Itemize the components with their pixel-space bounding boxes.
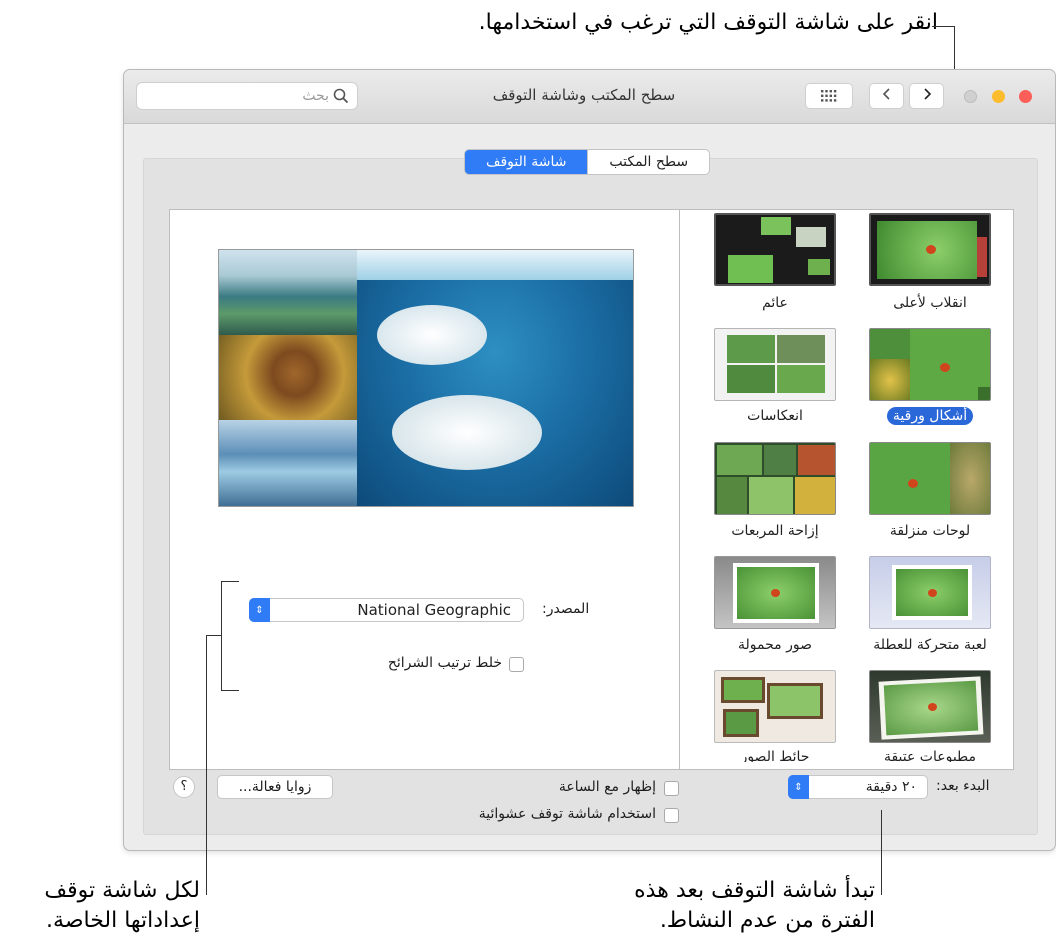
show-all-grid-button[interactable] <box>805 83 853 109</box>
zoom-button[interactable] <box>964 90 977 103</box>
saver-label: عائم <box>762 295 788 311</box>
callout-line <box>932 26 954 27</box>
show-clock-label: إظهار مع الساعة <box>558 779 656 795</box>
source-value: National Geographic <box>357 601 511 619</box>
callout-line <box>206 635 207 895</box>
saver-thumb-vintage-prints[interactable] <box>714 442 836 515</box>
grid-icon <box>821 90 837 102</box>
saver-thumb-sliding-panels[interactable] <box>869 442 991 515</box>
saver-thumb-portable-photos[interactable] <box>714 556 836 629</box>
updown-arrows-icon: ⇕ <box>249 598 270 622</box>
shuffle-label: خلط ترتيب الشرائح <box>387 655 502 671</box>
show-clock-checkbox[interactable] <box>664 781 679 796</box>
bracket-line <box>221 581 239 582</box>
title-bar: بحث سطح المكتب وشاشة التوقف <box>124 70 1055 124</box>
forward-button[interactable] <box>909 83 944 109</box>
saver-thumb-floating[interactable] <box>714 213 836 286</box>
back-button[interactable] <box>869 83 904 109</box>
start-after-popup[interactable]: ⇕ ٢٠ دقيقة <box>788 775 928 799</box>
minimize-button[interactable] <box>992 90 1005 103</box>
ladybug-icon <box>771 589 780 597</box>
callout-choose-saver: انقر على شاشة التوقف التي ترغب في استخدا… <box>478 10 938 35</box>
bracket-line <box>221 581 222 691</box>
source-popup[interactable]: ⇕ National Geographic <box>249 598 524 622</box>
callout-settings-line1: لكل شاشة توقف <box>44 878 200 903</box>
search-placeholder: بحث <box>302 88 329 104</box>
ladybug-icon <box>928 589 937 597</box>
hot-corners-button[interactable]: زوايا فعالة... <box>217 775 333 799</box>
start-after-value: ٢٠ دقيقة <box>865 779 917 795</box>
saver-thumb-vintage[interactable] <box>869 670 991 743</box>
saver-label: حائط الصور <box>740 749 810 762</box>
callout-line <box>206 635 221 636</box>
photo-lions <box>219 335 357 420</box>
shuffle-checkbox[interactable] <box>509 657 524 672</box>
callout-settings-line2: إعداداتها الخاصة. <box>46 908 200 933</box>
chevron-right-icon <box>922 87 932 105</box>
saver-label: إزاحة المربعات <box>731 523 819 539</box>
saver-thumb-holiday-mobile[interactable] <box>869 556 991 629</box>
search-icon <box>333 88 349 108</box>
random-saver-label: استخدام شاشة توقف عشوائية <box>478 806 656 822</box>
start-after-label: البدء بعد: <box>936 778 990 794</box>
chevron-left-icon <box>882 87 892 105</box>
saver-thumb-photo-wall[interactable] <box>714 670 836 743</box>
bracket-line <box>221 690 239 691</box>
saver-label: مطبوعات عتيقة <box>883 749 977 762</box>
callout-line <box>881 810 882 895</box>
tab-screensaver[interactable]: شاشة التوقف <box>465 150 588 174</box>
saver-label: صور محمولة <box>738 637 812 653</box>
source-label: المصدر: <box>542 601 590 617</box>
photo-polar-bear <box>357 250 633 506</box>
ladybug-icon <box>928 703 937 711</box>
callout-start-line2: الفترة من عدم النشاط. <box>659 908 875 933</box>
updown-arrows-icon: ⇕ <box>788 775 809 799</box>
photo-penguins <box>219 250 357 335</box>
saver-thumb-shifting-paper[interactable] <box>869 328 991 401</box>
ladybug-icon <box>940 363 950 372</box>
tab-switcher: سطح المكتب شاشة التوقف <box>464 149 710 175</box>
window-title: سطح المكتب وشاشة التوقف <box>492 86 676 104</box>
selected-saver-label: أشكال ورقية <box>886 407 974 425</box>
callout-start-line1: تبدأ شاشة التوقف بعد هذه <box>634 878 875 903</box>
help-button[interactable]: ؟ <box>173 776 195 798</box>
saver-label: لوحات منزلقة <box>889 523 971 539</box>
saver-label: انعكاسات <box>747 408 803 424</box>
tab-desktop[interactable]: سطح المكتب <box>587 150 709 174</box>
saver-thumb-reflections[interactable] <box>714 328 836 401</box>
saver-label: انقلاب لأعلى <box>893 295 967 311</box>
saver-thumb-flip-up[interactable] <box>869 213 991 286</box>
preview-pane <box>169 209 681 770</box>
random-saver-checkbox[interactable] <box>664 808 679 823</box>
saver-label-selected: أشكال ورقية <box>855 407 1005 425</box>
search-field[interactable]: بحث <box>136 82 358 110</box>
close-button[interactable] <box>1019 90 1032 103</box>
preview-image <box>218 249 634 507</box>
ladybug-icon <box>926 245 936 254</box>
ladybug-icon <box>908 479 918 488</box>
photo-waves <box>219 420 357 506</box>
saver-label: لعبة متحركة للعطلة <box>873 637 987 653</box>
